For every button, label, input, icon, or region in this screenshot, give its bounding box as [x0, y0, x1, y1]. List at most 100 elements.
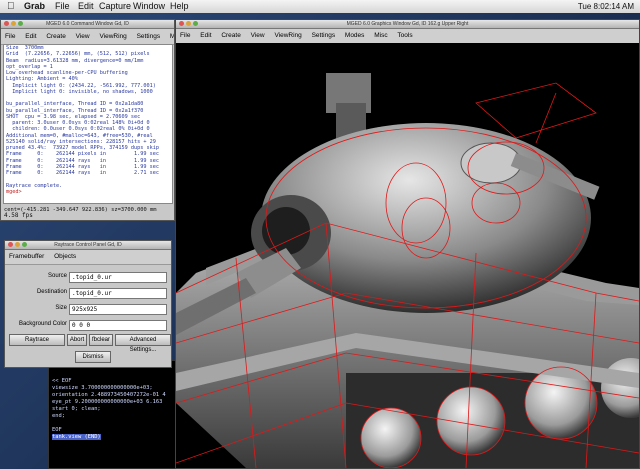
- gfx-menu-misc[interactable]: Misc: [374, 32, 387, 39]
- log-line: Lighting: Ambient = 40%: [6, 76, 78, 83]
- os-menubar:  Grab File Edit Capture Window Help Tue…: [0, 0, 640, 14]
- cmd-menu-create[interactable]: Create: [46, 33, 66, 40]
- background-color-field[interactable]: 0 0 0: [69, 320, 167, 331]
- graphics-window-titlebar[interactable]: MGED 6.0 Graphics Window Gd, ID 162.g Up…: [176, 20, 639, 29]
- terminal-line: viewsize 3.700000000000000e+03;: [52, 385, 153, 391]
- terminal-text: 1 sean staff 36 << EOF viewsize 3.700000…: [49, 361, 179, 444]
- log-line: bu_parallel_interface, Thread ID = 0x2a1…: [6, 101, 144, 108]
- advanced-settings-button[interactable]: Advanced Settings...: [115, 334, 171, 353]
- raytrace-panel-title: Raytrace Control Panel Gd, ID: [54, 242, 122, 248]
- log-line: parent: 3.0user 0.0sys 0:02real 148% 0i+…: [6, 120, 150, 126]
- command-window-titlebar[interactable]: MGED 6.0 Command Window Gd, ID: [1, 20, 174, 29]
- log-line: Frame 0: 262144 rays in 2.71 sec: [6, 170, 160, 176]
- menubar-clock: Tue 8:02:14 AM: [577, 2, 634, 11]
- log-line: opt_overlap = 1: [6, 63, 53, 70]
- minimize-icon[interactable]: [186, 21, 191, 26]
- menu-window[interactable]: Window: [133, 0, 165, 13]
- source-row: Source .topid_0.ur: [5, 271, 173, 285]
- abort-button[interactable]: Abort: [67, 334, 87, 346]
- minimize-icon[interactable]: [11, 21, 16, 26]
- mged-prompt[interactable]: mged>: [6, 189, 22, 195]
- terminal-window[interactable]: 1 sean staff 36 << EOF viewsize 3.700000…: [48, 360, 180, 469]
- close-icon[interactable]: [4, 21, 9, 26]
- fps-readout: 4.58 fps: [4, 212, 33, 219]
- dismiss-button[interactable]: Dismiss: [75, 351, 111, 363]
- gfx-menu-tools[interactable]: Tools: [397, 32, 412, 39]
- log-line: Additional mem=0, #malloc=643, #free=530…: [6, 132, 153, 139]
- apple-icon[interactable]: : [7, 0, 15, 13]
- menu-help[interactable]: Help: [170, 0, 189, 13]
- menu-grab[interactable]: Grab: [24, 0, 45, 13]
- zoom-icon[interactable]: [22, 242, 27, 247]
- command-window[interactable]: MGED 6.0 Command Window Gd, ID File Edit…: [0, 19, 175, 221]
- terminal-line: end;: [52, 413, 65, 419]
- cmd-menu-view[interactable]: View: [76, 33, 90, 40]
- raytrace-complete-line: Raytrace complete.: [6, 182, 63, 189]
- command-log[interactable]: Size 3700mm Grid (7.22656, 7.22656) mm, …: [3, 44, 173, 204]
- cmd-menu-misc[interactable]: Mi: [170, 33, 174, 40]
- menu-capture[interactable]: Capture: [99, 0, 131, 13]
- log-line: Frame 0: 262144 rays in 1.99 sec: [6, 163, 160, 170]
- zoom-icon[interactable]: [193, 21, 198, 26]
- terminal-line: << EOF: [52, 378, 72, 384]
- graphics-window-title: MGED 6.0 Graphics Window Gd, ID 162.g Up…: [346, 21, 469, 27]
- log-line: Low overhead scanline-per-CPU buffering: [6, 70, 128, 76]
- command-window-title: MGED 6.0 Command Window Gd, ID: [46, 21, 129, 27]
- cmd-menu-viewring[interactable]: ViewRing: [99, 33, 126, 40]
- terminal-line: orientation 2.488973450407272e-01 4: [52, 392, 166, 398]
- menu-edit[interactable]: Edit: [78, 0, 94, 13]
- close-icon[interactable]: [8, 242, 13, 247]
- command-menubar: File Edit Create View ViewRing Settings …: [1, 29, 174, 45]
- background-color-row: Background Color 0 0 0: [5, 319, 173, 333]
- gfx-menu-file[interactable]: File: [180, 32, 190, 39]
- log-line: children: 0.0user 0.0sys 0:02real 0% 0i+…: [6, 126, 150, 133]
- raytrace-button[interactable]: Raytrace: [9, 334, 65, 346]
- close-icon[interactable]: [179, 21, 184, 26]
- log-line: Frame 0: 262144 pixels in 1.99 sec: [6, 151, 160, 158]
- size-field[interactable]: 925x925: [69, 304, 167, 315]
- raytrace-panel-titlebar[interactable]: Raytrace Control Panel Gd, ID: [5, 241, 171, 250]
- graphics-window[interactable]: MGED 6.0 Graphics Window Gd, ID 162.g Up…: [175, 19, 640, 469]
- zoom-icon[interactable]: [18, 21, 23, 26]
- gfx-menu-view[interactable]: View: [251, 32, 265, 39]
- terminal-line: start 0; clean;: [52, 406, 101, 412]
- cmd-menu-file[interactable]: File: [5, 33, 15, 40]
- menu-file[interactable]: File: [55, 0, 70, 13]
- destination-field[interactable]: .topid_0.ur: [69, 288, 167, 299]
- size-row: Size 925x925: [5, 303, 173, 317]
- terminal-selected-line: tank.view (END): [52, 434, 101, 440]
- tank-render-viewport[interactable]: [176, 43, 639, 468]
- fbclear-button[interactable]: fbclear: [89, 334, 113, 346]
- log-line: pruned 43.4%: 73927 model RPPs, 374159 d…: [6, 145, 160, 151]
- gfx-menu-edit[interactable]: Edit: [200, 32, 211, 39]
- minimize-icon[interactable]: [15, 242, 20, 247]
- source-label: Source: [47, 273, 67, 279]
- raytrace-panel-menubar: Framebuffer Objects: [5, 250, 171, 265]
- gfx-menu-settings[interactable]: Settings: [312, 32, 336, 39]
- log-line: 525140 solid/ray intersections: 228157 h…: [6, 138, 156, 145]
- background-color-label: Background Color: [18, 321, 67, 327]
- log-line: Grid (7.22656, 7.22656) mm, (512, 512) p…: [6, 51, 150, 58]
- graphics-menubar: File Edit Create View ViewRing Settings …: [176, 29, 639, 44]
- gfx-menu-modes[interactable]: Modes: [345, 32, 365, 39]
- menu-framebuffer[interactable]: Framebuffer: [9, 253, 44, 260]
- log-line: Size 3700mm: [6, 45, 44, 51]
- destination-row: Destination .topid_0.ur: [5, 287, 173, 301]
- log-line: Beam radius=3.61328 mm, divergence=0 mm/…: [6, 57, 144, 64]
- log-line: bu_parallel_interface, Thread ID = 0x2a1…: [6, 107, 144, 114]
- log-line: Frame 0: 262144 rays in 1.99 sec: [6, 157, 160, 164]
- log-line: SHOT cpu = 3.98 sec, elapsed = 2.70609 s…: [6, 113, 141, 120]
- raytrace-control-panel[interactable]: Raytrace Control Panel Gd, ID Framebuffe…: [4, 240, 172, 368]
- gfx-menu-create[interactable]: Create: [221, 32, 241, 39]
- terminal-line: EOF: [52, 427, 62, 433]
- log-line: Implicit light 0: invisible, no shadows,…: [6, 88, 153, 95]
- cmd-menu-edit[interactable]: Edit: [25, 33, 36, 40]
- destination-label: Destination: [36, 289, 67, 295]
- log-line: Implicit light 0: (2434.22, -561.992, 77…: [6, 82, 156, 89]
- gfx-menu-viewring[interactable]: ViewRing: [274, 32, 301, 39]
- terminal-line: eye_pt 9.200000000000000e+03 6.163: [52, 399, 163, 405]
- menu-objects[interactable]: Objects: [54, 253, 76, 260]
- cmd-menu-settings[interactable]: Settings: [137, 33, 161, 40]
- size-label: Size: [55, 305, 67, 311]
- source-field[interactable]: .topid_0.ur: [69, 272, 167, 283]
